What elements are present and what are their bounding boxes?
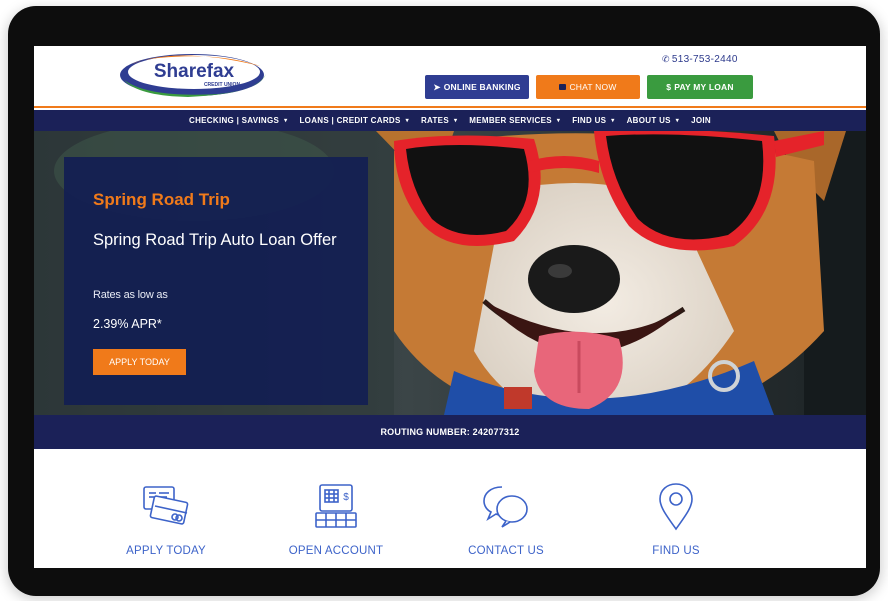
- chat-now-button[interactable]: CHAT NOW: [536, 75, 640, 99]
- routing-number-text: ROUTING NUMBER: 242077312: [380, 427, 520, 437]
- quick-links: APPLY TODAY $ OPEN ACCOUNT CONTACT US FI…: [34, 449, 866, 568]
- nav-item-member-services[interactable]: MEMBER SERVICES ▾: [469, 116, 560, 125]
- nav-item-checking-savings[interactable]: CHECKING | SAVINGS ▾: [189, 116, 287, 125]
- promo-subtitle: Spring Road Trip Auto Loan Offer: [93, 231, 337, 249]
- hero-banner: Spring Road Trip Spring Road Trip Auto L…: [34, 131, 866, 415]
- caret-down-icon: ▾: [453, 118, 458, 124]
- caret-down-icon: ▾: [675, 118, 680, 124]
- quick-link-find-us[interactable]: FIND US: [596, 449, 756, 568]
- svg-text:$: $: [343, 492, 349, 503]
- quick-link-label: FIND US: [652, 545, 700, 557]
- quick-link-label: CONTACT US: [468, 545, 544, 557]
- nav-item-about-us[interactable]: ABOUT US ▾: [627, 116, 680, 125]
- nav-label: FIND US: [572, 116, 607, 125]
- svg-text:Sharefax: Sharefax: [154, 61, 235, 82]
- dollar-icon: $: [666, 82, 672, 92]
- paper-plane-icon: ➤: [433, 81, 441, 92]
- nav-item-find-us[interactable]: FIND US ▾: [572, 116, 614, 125]
- nav-item-rates[interactable]: RATES ▾: [421, 116, 457, 125]
- phone-number-text: 513-753-2440: [671, 54, 738, 65]
- nav-label: LOANS | CREDIT CARDS: [299, 116, 401, 125]
- nav-label: JOIN: [691, 116, 711, 125]
- phone-icon: ✆: [662, 54, 670, 64]
- pay-my-loan-button[interactable]: $ PAY MY LOAN: [647, 75, 753, 99]
- routing-number-bar: ROUTING NUMBER: 242077312: [34, 415, 866, 449]
- caret-down-icon: ▾: [284, 118, 288, 124]
- quick-link-open-account[interactable]: $ OPEN ACCOUNT: [256, 449, 416, 568]
- quick-link-label: APPLY TODAY: [126, 545, 206, 557]
- phone-number[interactable]: ✆ 513-753-2440: [662, 54, 738, 65]
- chat-now-label: CHAT NOW: [569, 82, 617, 92]
- site-header: Sharefax CREDIT UNION ✆ 513-753-2440 ➤ ON…: [34, 46, 866, 108]
- online-banking-button[interactable]: ➤ ONLINE BANKING: [425, 75, 529, 99]
- promo-apr: 2.39% APR*: [93, 317, 162, 331]
- chat-icon: [559, 84, 567, 90]
- location-pin-icon: [659, 483, 693, 531]
- promo-title: Spring Road Trip: [93, 190, 230, 209]
- speech-bubbles-icon: [483, 486, 528, 528]
- promo-panel: Spring Road Trip Spring Road Trip Auto L…: [64, 157, 368, 405]
- main-nav: CHECKING | SAVINGS ▾ LOANS | CREDIT CARDS…: [34, 110, 866, 131]
- caret-down-icon: ▾: [611, 118, 615, 124]
- caret-down-icon: ▾: [405, 118, 409, 124]
- credit-cards-icon: [143, 486, 189, 525]
- nav-label: ABOUT US: [626, 116, 671, 125]
- apply-today-button[interactable]: APPLY TODAY: [93, 349, 186, 375]
- nav-label: RATES: [420, 116, 449, 125]
- quick-link-apply-today[interactable]: APPLY TODAY: [86, 449, 246, 568]
- quick-link-contact-us[interactable]: CONTACT US: [426, 449, 586, 568]
- nav-item-loans-credit-cards[interactable]: LOANS | CREDIT CARDS ▾: [299, 116, 408, 125]
- computer-dollar-icon: $: [315, 484, 357, 528]
- online-banking-label: ONLINE BANKING: [443, 82, 521, 92]
- promo-rates-text: Rates as low as: [93, 289, 168, 301]
- browser-screen: Sharefax CREDIT UNION ✆ 513-753-2440 ➤ ON…: [34, 46, 866, 568]
- svg-text:CREDIT UNION: CREDIT UNION: [204, 82, 241, 88]
- pay-my-loan-label: PAY MY LOAN: [674, 82, 734, 92]
- nav-label: CHECKING | SAVINGS: [189, 116, 280, 125]
- sharefax-logo[interactable]: Sharefax CREDIT UNION: [118, 50, 270, 98]
- nav-item-join[interactable]: JOIN: [691, 116, 711, 125]
- quick-link-label: OPEN ACCOUNT: [288, 545, 384, 557]
- caret-down-icon: ▾: [556, 118, 561, 124]
- nav-label: MEMBER SERVICES: [469, 116, 552, 125]
